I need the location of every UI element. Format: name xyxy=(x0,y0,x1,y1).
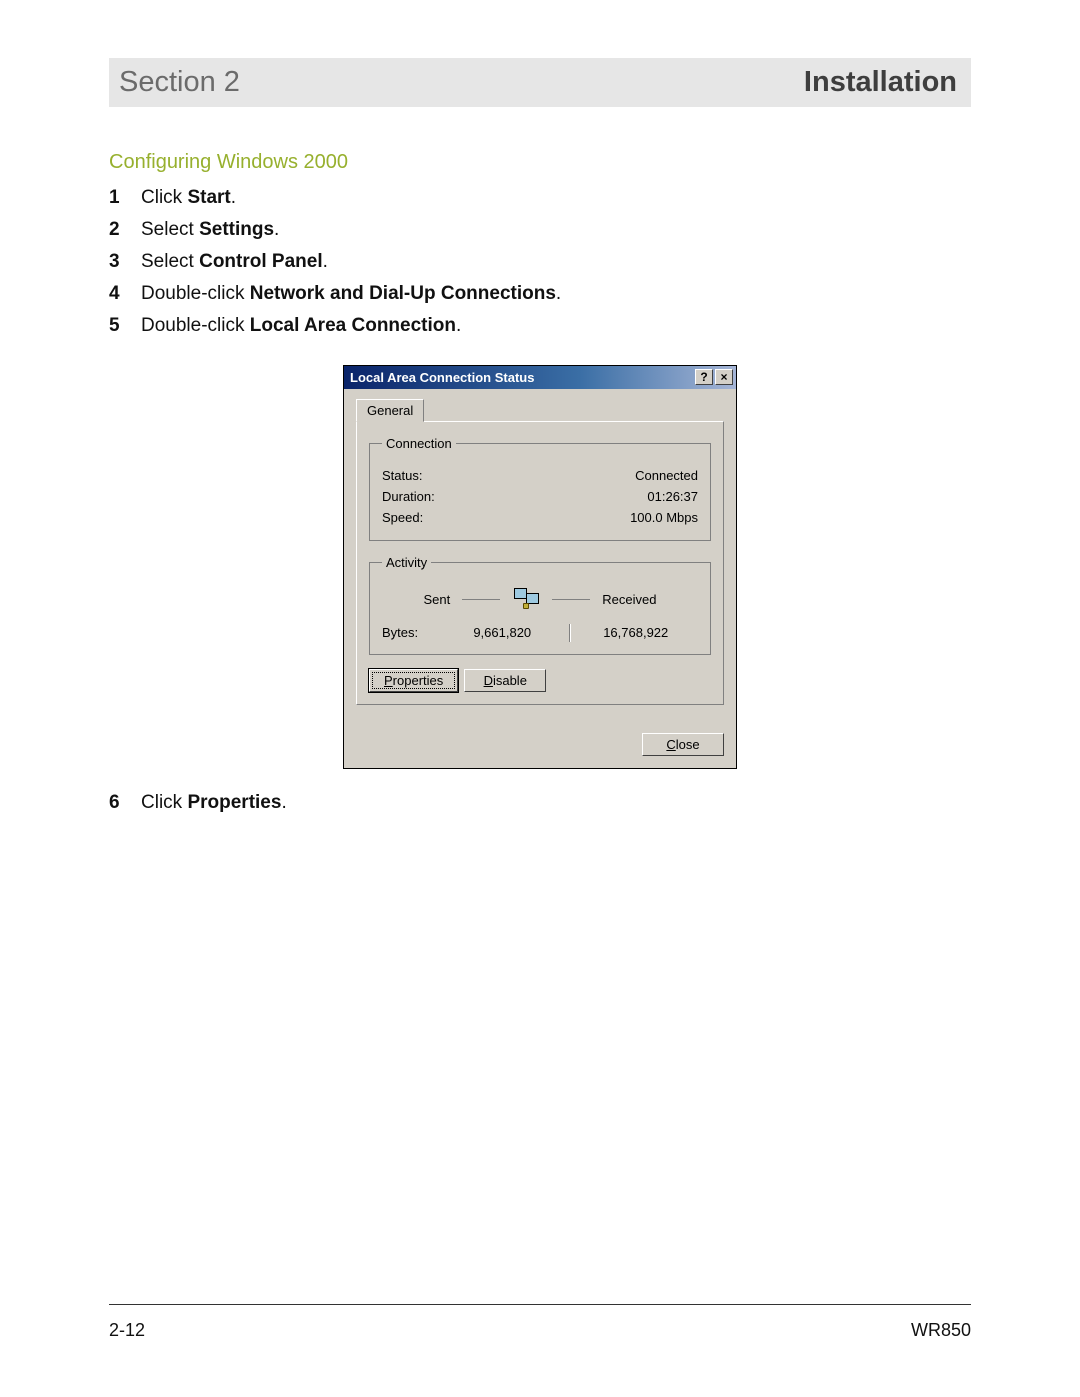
close-button[interactable]: × xyxy=(715,369,733,385)
speed-value: 100.0 Mbps xyxy=(630,510,698,525)
step-number: 6 xyxy=(109,789,141,817)
steps-list: 1 Click Start. 2 Select Settings. 3 Sele… xyxy=(109,182,971,343)
properties-button[interactable]: Properties xyxy=(369,669,458,692)
step-number: 4 xyxy=(109,280,141,308)
step-text: Select Settings. xyxy=(141,216,279,244)
status-value: Connected xyxy=(635,468,698,483)
titlebar-text: Local Area Connection Status xyxy=(350,370,693,385)
step-text: Double-click Network and Dial-Up Connect… xyxy=(141,280,561,308)
step-number: 3 xyxy=(109,248,141,276)
step-number: 1 xyxy=(109,184,141,212)
speed-label: Speed: xyxy=(382,510,423,525)
tab-strip: General xyxy=(356,399,724,422)
step-item: 2 Select Settings. xyxy=(109,214,971,246)
tab-panel: Connection Status: Connected Duration: 0… xyxy=(356,421,724,705)
bytes-row: Bytes: 9,661,820 16,768,922 xyxy=(382,618,698,642)
button-row: Properties Disable xyxy=(369,669,711,692)
model-name: WR850 xyxy=(911,1320,971,1341)
tab-general[interactable]: General xyxy=(356,399,424,422)
page-number: 2-12 xyxy=(109,1320,145,1341)
close-dialog-button[interactable]: Close xyxy=(642,733,724,756)
step-text: Double-click Local Area Connection. xyxy=(141,312,461,340)
footer-separator xyxy=(109,1304,971,1305)
help-button[interactable]: ? xyxy=(695,369,713,385)
step-item: 3 Select Control Panel. xyxy=(109,246,971,278)
connection-legend: Connection xyxy=(382,436,456,451)
connection-group: Connection Status: Connected Duration: 0… xyxy=(369,436,711,541)
close-row: Close xyxy=(356,733,724,756)
section-title: Installation xyxy=(804,66,957,99)
duration-value: 01:26:37 xyxy=(647,489,698,504)
dash-left xyxy=(462,599,500,600)
status-row: Status: Connected xyxy=(382,465,698,486)
section-label: Section 2 xyxy=(119,66,240,99)
step-item: 6 Click Properties. xyxy=(109,787,971,819)
activity-header: Sent Received xyxy=(382,584,698,618)
bytes-label: Bytes: xyxy=(382,625,440,640)
step-text: Click Properties. xyxy=(141,789,287,817)
received-label: Received xyxy=(602,592,656,607)
bytes-received: 16,768,922 xyxy=(574,625,699,640)
bytes-separator xyxy=(569,624,570,642)
disable-button[interactable]: Disable xyxy=(464,669,546,692)
duration-label: Duration: xyxy=(382,489,435,504)
subheading: Configuring Windows 2000 xyxy=(109,151,971,174)
bytes-sent: 9,661,820 xyxy=(440,625,565,640)
page-header: Section 2 Installation xyxy=(109,58,971,107)
step-number: 5 xyxy=(109,312,141,340)
dialog-body: General Connection Status: Connected Dur… xyxy=(344,389,736,768)
activity-group: Activity Sent Received Bytes: 9,661,820 xyxy=(369,555,711,655)
dialog-container: Local Area Connection Status ? × General… xyxy=(109,343,971,787)
status-label: Status: xyxy=(382,468,422,483)
step-text: Click Start. xyxy=(141,184,236,212)
close-icon: × xyxy=(720,371,727,383)
step-number: 2 xyxy=(109,216,141,244)
speed-row: Speed: 100.0 Mbps xyxy=(382,507,698,528)
steps-list-after: 6 Click Properties. xyxy=(109,787,971,819)
step-item: 4 Double-click Network and Dial-Up Conne… xyxy=(109,278,971,310)
step-item: 1 Click Start. xyxy=(109,182,971,214)
duration-row: Duration: 01:26:37 xyxy=(382,486,698,507)
network-icon xyxy=(512,588,540,612)
activity-legend: Activity xyxy=(382,555,431,570)
step-text: Select Control Panel. xyxy=(141,248,328,276)
dash-right xyxy=(552,599,590,600)
page-footer: 2-12 WR850 xyxy=(109,1320,971,1341)
titlebar: Local Area Connection Status ? × xyxy=(344,366,736,389)
sent-label: Sent xyxy=(424,592,451,607)
lan-status-dialog: Local Area Connection Status ? × General… xyxy=(343,365,737,769)
help-icon: ? xyxy=(700,371,707,383)
step-item: 5 Double-click Local Area Connection. xyxy=(109,310,971,342)
